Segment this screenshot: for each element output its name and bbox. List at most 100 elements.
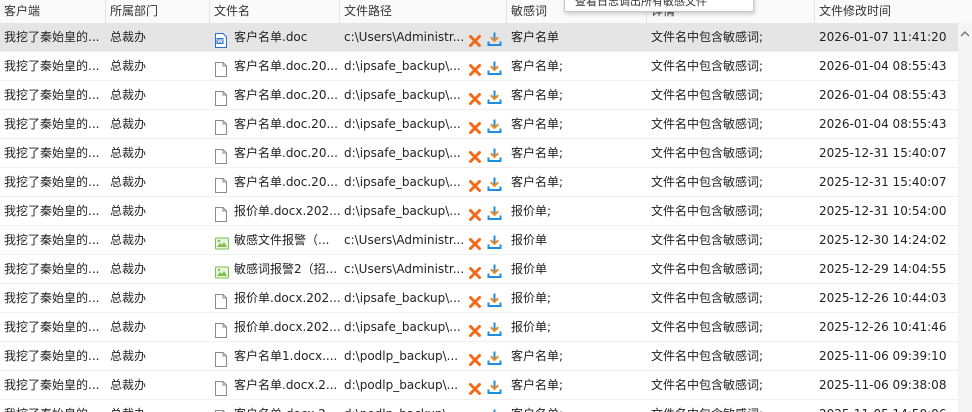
table-row[interactable]: 我挖了秦始皇的... 总裁办 敏感文件报警（... c:\Users\Admin…	[0, 226, 972, 255]
modified-time-cell: 2025-12-31 15:40:07	[819, 175, 947, 189]
table-row[interactable]: 我挖了秦始皇的... 总裁办 客户名单1.docx.... d:\podlp_b…	[0, 342, 972, 371]
detail-cell: 文件名中包含敏感词;	[651, 349, 764, 363]
filepath-text: d:\ipsafe_backup\...	[344, 117, 461, 131]
detail-cell: 文件名中包含敏感词;	[651, 233, 764, 247]
filepath-text: d:\podlp_backup\...	[344, 349, 459, 363]
delete-icon[interactable]	[468, 320, 482, 337]
delete-icon[interactable]	[468, 146, 482, 163]
delete-icon[interactable]	[468, 407, 482, 412]
download-icon[interactable]	[487, 232, 502, 249]
department-cell: 总裁办	[110, 175, 147, 189]
download-icon[interactable]	[487, 261, 502, 278]
table-row[interactable]: 我挖了秦始皇的... 总裁办 报价单.docx.202... d:\ipsafe…	[0, 313, 972, 342]
svg-text:W: W	[217, 39, 223, 45]
modified-time-cell: 2025-12-26 10:41:46	[819, 320, 947, 334]
detail-cell: 文件名中包含敏感词;	[651, 146, 764, 160]
table-body: 我挖了秦始皇的... 总裁办 W 客户名单.doc c:\Users\Admin…	[0, 23, 972, 412]
delete-icon[interactable]	[468, 204, 482, 221]
modified-time-cell: 2025-12-30 14:24:02	[819, 233, 947, 247]
filename-cell: 客户名单.docx.2...	[210, 400, 340, 412]
table-row[interactable]: 我挖了秦始皇的... 总裁办 报价单.docx.202... d:\ipsafe…	[0, 197, 972, 226]
department-cell: 总裁办	[110, 349, 147, 363]
filepath-text: d:\ipsafe_backup\...	[344, 320, 461, 334]
blank-file-icon	[215, 59, 227, 77]
column-header-filepath[interactable]: 文件路径	[340, 0, 507, 23]
download-icon[interactable]	[487, 319, 502, 336]
column-header-client[interactable]: 客户端	[0, 0, 106, 23]
download-icon[interactable]	[487, 58, 502, 75]
filepath-text: c:\Users\Administr...	[344, 262, 464, 276]
download-icon[interactable]	[487, 290, 502, 307]
filename-text: 报价单.docx.202...	[234, 320, 340, 334]
filename-text: 报价单.docx.202...	[234, 291, 340, 305]
table-row[interactable]: 我挖了秦始皇的... 总裁办 客户名单.doc.20... d:\ipsafe_…	[0, 52, 972, 81]
scroll-up-arrow-icon[interactable]	[958, 27, 972, 41]
filepath-text: d:\ipsafe_backup\...	[344, 59, 461, 73]
client-cell: 我挖了秦始皇的...	[4, 175, 100, 189]
sensitive-word-cell: 客户名单	[511, 30, 560, 44]
modified-time-cell: 2026-01-04 08:55:43	[819, 59, 947, 73]
delete-icon[interactable]	[468, 262, 482, 279]
filename-cell: 客户名单.doc.20...	[210, 168, 340, 196]
client-cell: 我挖了秦始皇的...	[4, 320, 100, 334]
detail-cell: 文件名中包含敏感词;	[651, 117, 764, 131]
download-icon[interactable]	[487, 29, 502, 46]
table-row[interactable]: 我挖了秦始皇的... 总裁办 报价单.docx.202... d:\ipsafe…	[0, 284, 972, 313]
filepath-cell: d:\ipsafe_backup\...	[340, 139, 507, 167]
download-icon[interactable]	[487, 203, 502, 220]
delete-icon[interactable]	[468, 233, 482, 250]
download-icon[interactable]	[487, 377, 502, 394]
filename-cell: 客户名单.doc.20...	[210, 110, 340, 138]
table-row[interactable]: 我挖了秦始皇的... 总裁办 敏感词报警2（招... c:\Users\Admi…	[0, 255, 972, 284]
department-cell: 总裁办	[110, 291, 147, 305]
filepath-cell: d:\ipsafe_backup\...	[340, 284, 507, 312]
download-icon[interactable]	[487, 145, 502, 162]
blank-file-icon	[215, 378, 227, 396]
table-row[interactable]: 我挖了秦始皇的... 总裁办 客户名单.docx.2... d:\podlp_b…	[0, 371, 972, 400]
delete-icon[interactable]	[468, 175, 482, 192]
sensitive-word-cell: 客户名单;	[511, 117, 564, 131]
sensitive-word-cell: 报价单;	[511, 320, 552, 334]
download-icon[interactable]	[487, 174, 502, 191]
filename-cell: 报价单.docx.202...	[210, 197, 340, 225]
table-row[interactable]: 我挖了秦始皇的... 总裁办 客户名单.doc.20... d:\ipsafe_…	[0, 110, 972, 139]
download-icon[interactable]	[487, 348, 502, 365]
detail-cell: 文件名中包含敏感词;	[651, 320, 764, 334]
client-cell: 我挖了秦始皇的...	[4, 30, 100, 44]
sensitive-word-cell: 客户名单;	[507, 400, 647, 412]
table-row[interactable]: 我挖了秦始皇的... 总裁办 客户名单.doc.20... d:\ipsafe_…	[0, 168, 972, 197]
delete-icon[interactable]	[468, 117, 482, 134]
delete-icon[interactable]	[468, 349, 482, 366]
column-header-filename[interactable]: 文件名	[210, 0, 340, 23]
column-header-modified-time[interactable]: 文件修改时间	[815, 0, 972, 23]
delete-icon[interactable]	[468, 291, 482, 308]
modified-time-cell: 2026-01-07 11:41:20	[819, 30, 947, 44]
modified-time-cell: 2025-12-31 15:40:07	[819, 146, 947, 160]
table-row[interactable]: 我挖了秦始皇的... 总裁办 客户名单.doc.20... d:\ipsafe_…	[0, 81, 972, 110]
filepath-text: c:\Users\Administr...	[344, 233, 464, 247]
blank-file-icon	[215, 291, 227, 309]
delete-icon[interactable]	[468, 88, 482, 105]
client-cell: 我挖了秦始皇的...	[4, 59, 100, 73]
blank-file-icon	[215, 117, 227, 135]
filename-text: 客户名单.doc.20...	[234, 88, 338, 102]
download-icon[interactable]	[487, 406, 502, 412]
delete-icon[interactable]	[468, 59, 482, 76]
vertical-scrollbar[interactable]	[958, 23, 972, 412]
sensitive-word-cell: 报价单	[511, 233, 548, 247]
filepath-cell: d:\podlp_backup\...	[340, 400, 507, 412]
download-icon[interactable]	[487, 87, 502, 104]
table-row[interactable]: 我挖了秦始皇的... 总裁办 客户名单.doc.20... d:\ipsafe_…	[0, 139, 972, 168]
sensitive-word-cell: 报价单	[511, 262, 548, 276]
department-cell: 总裁办	[110, 204, 147, 218]
table-row[interactable]: 我挖了秦始皇的... 总裁办 W 客户名单.doc c:\Users\Admin…	[0, 23, 972, 52]
filename-cell: 报价单.docx.202...	[210, 313, 340, 341]
table-row[interactable]: 我挖了秦始皇的... 总裁办 客户名单.docx.2... d:\podlp_b…	[0, 400, 972, 412]
column-header-department[interactable]: 所属部门	[106, 0, 210, 23]
filepath-cell: d:\ipsafe_backup\...	[340, 313, 507, 341]
department-cell: 总裁办	[110, 320, 147, 334]
filepath-text: d:\ipsafe_backup\...	[344, 204, 461, 218]
download-icon[interactable]	[487, 116, 502, 133]
delete-icon[interactable]	[468, 30, 482, 47]
delete-icon[interactable]	[468, 378, 482, 395]
